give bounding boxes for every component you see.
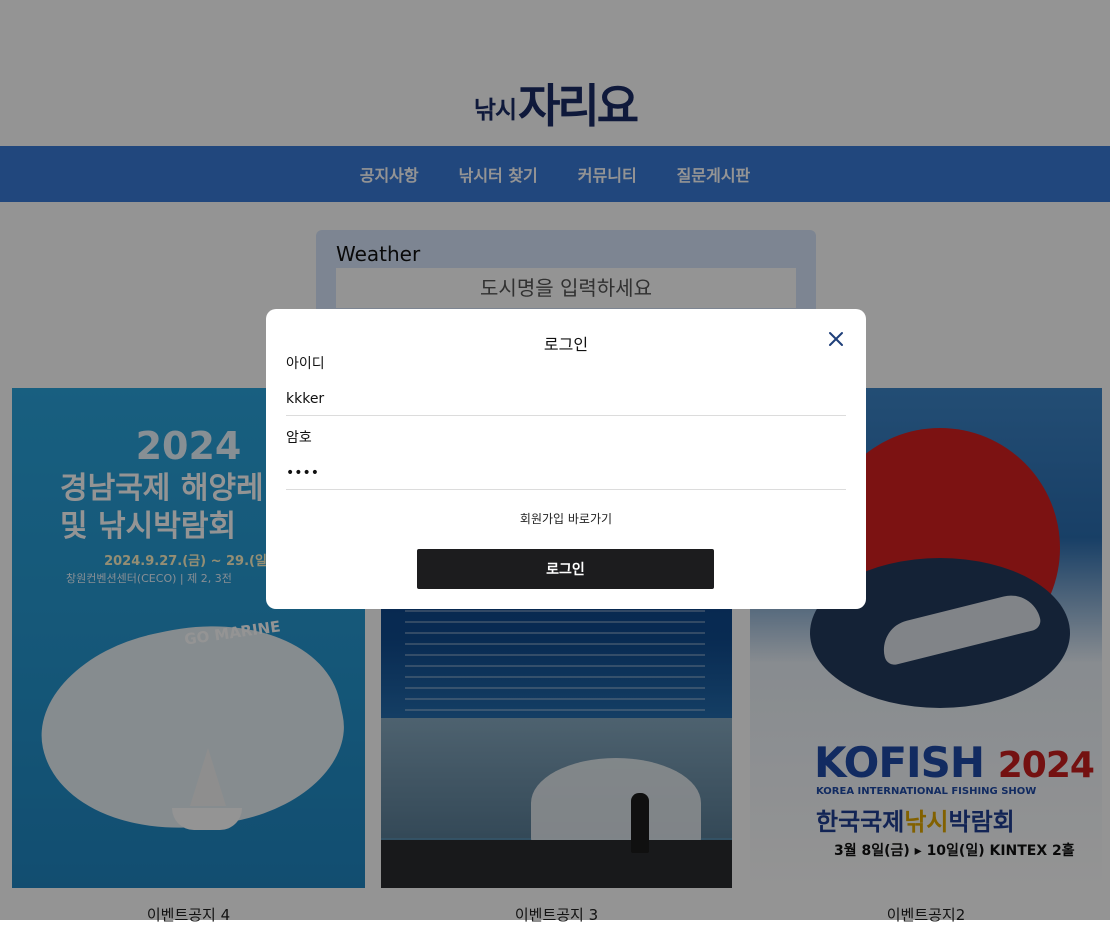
modal-title: 로그인: [543, 335, 589, 354]
id-label: 아이디: [286, 356, 325, 372]
password-field[interactable]: [286, 457, 846, 490]
signup-link[interactable]: 회원가입 바로가기: [266, 510, 866, 527]
close-icon[interactable]: [824, 327, 848, 351]
password-label: 암호: [286, 430, 312, 446]
login-submit-button[interactable]: 로그인: [417, 549, 714, 589]
login-modal: 로그인 아이디 암호 회원가입 바로가기 로그인: [266, 309, 866, 609]
id-field[interactable]: [286, 383, 846, 416]
